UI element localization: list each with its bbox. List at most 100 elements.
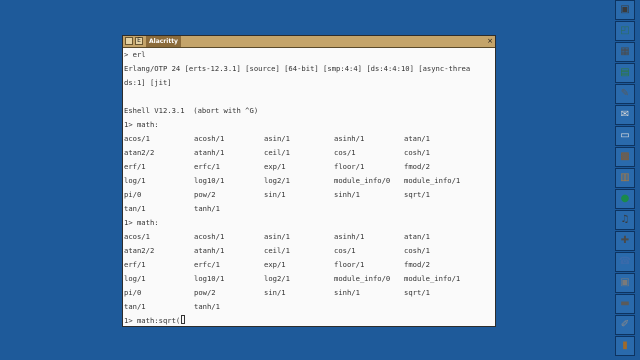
dock-item[interactable]: ♫ xyxy=(615,210,635,230)
dock-item[interactable]: ✎ xyxy=(615,84,635,104)
completion-item: floor/1 xyxy=(334,260,365,269)
completion-item: tan/1 xyxy=(124,204,146,213)
dock-item[interactable]: ▣ xyxy=(615,273,635,293)
dock-item[interactable]: ◰ xyxy=(615,21,635,41)
dock-item[interactable]: ▤ xyxy=(615,63,635,83)
window-menu-button[interactable] xyxy=(125,37,133,45)
text-cursor xyxy=(181,315,186,324)
completion-item: fmod/2 xyxy=(404,162,430,171)
completion-item: atan/1 xyxy=(404,232,430,241)
terminal-line: Erlang/OTP 24 [erts-12.3.1] [source] [64… xyxy=(124,64,471,73)
completion-item: atan2/2 xyxy=(124,246,155,255)
completion-list-2-row: erf/1 erfc/1 exp/1 floor/1 fmod/2 xyxy=(124,258,495,272)
completion-item xyxy=(334,300,404,314)
printer-icon: ▣ xyxy=(620,277,630,288)
paint-icon: ✎ xyxy=(620,88,630,99)
completion-item: ceil/1 xyxy=(264,246,290,255)
window-maker-icon: ◰ xyxy=(620,25,630,36)
completion-list-2-row: pi/0 pow/2 sin/1 sinh/1 sqrt/1 xyxy=(124,286,495,300)
terminal-line: ds:1] [jit] xyxy=(124,78,172,87)
completion-item: atan/1 xyxy=(404,134,430,143)
completion-item: log10/1 xyxy=(194,176,225,185)
completion-item: sqrt/1 xyxy=(404,190,430,199)
window-e-button[interactable]: E xyxy=(135,37,143,45)
dock-item[interactable]: ✉ xyxy=(615,105,635,125)
current-input-line[interactable]: 1> math:sqrt( xyxy=(124,314,495,326)
completion-list-1-row: log/1 log10/1 log2/1 module_info/0 module_in… xyxy=(124,174,495,188)
completion-list-1-row: atan2/2 atanh/1 ceil/1 cos/1 cosh/1 xyxy=(124,146,495,160)
completion-item: acos/1 xyxy=(124,134,150,143)
completion-list-2-row: log/1 log10/1 log2/1 module_info/0 module_in… xyxy=(124,272,495,286)
completion-item: erf/1 xyxy=(124,162,146,171)
completion-item: tanh/1 xyxy=(194,204,220,213)
completion-item: acosh/1 xyxy=(194,232,225,241)
notes-icon: ▭ xyxy=(620,130,630,141)
drive-icon: ▬ xyxy=(620,298,630,309)
completion-list-1-row: acos/1 acosh/1 asin/1 asinh/1 atan/1 xyxy=(124,132,495,146)
dock-item[interactable]: ▣ xyxy=(615,0,635,20)
trash-icon: ▮ xyxy=(622,340,628,351)
package-icon: ▩ xyxy=(620,151,630,162)
joystick-icon: ✚ xyxy=(620,235,630,246)
completion-item: sin/1 xyxy=(264,190,286,199)
terminal-output[interactable]: > erl Erlang/OTP 24 [erts-12.3.1] [source… xyxy=(123,48,495,326)
completion-list-2-row: atan2/2 atanh/1 ceil/1 cos/1 cosh/1 xyxy=(124,244,495,258)
prompt-line: 1> math: xyxy=(124,218,159,227)
completion-list-1-row: pi/0 pow/2 sin/1 sinh/1 sqrt/1 xyxy=(124,188,495,202)
terminal-line: > erl xyxy=(124,50,146,59)
completion-item: acos/1 xyxy=(124,232,150,241)
phone-icon: ☎ xyxy=(618,256,632,267)
completion-item: asinh/1 xyxy=(334,232,365,241)
completion-item: atan2/2 xyxy=(124,148,155,157)
completion-item: log/1 xyxy=(124,176,146,185)
completion-list-2-row: tan/1 tanh/1 xyxy=(124,300,495,314)
terminal-line: Eshell V12.3.1 (abort with ^G) xyxy=(124,106,259,115)
calculator-icon: ▦ xyxy=(620,46,630,57)
completion-item: module_info/0 xyxy=(334,176,391,185)
completion-item: acosh/1 xyxy=(194,134,225,143)
dock: ▣ ◰ ▦ ▤ ✎ ✉ ▭ ▩ ▥ ● ♫ ✚ ☎ ▣ ▬ ✐ ▮ xyxy=(614,0,636,360)
completion-item: cosh/1 xyxy=(404,246,430,255)
terminal-icon: ▣ xyxy=(620,4,630,15)
completion-item: erfc/1 xyxy=(194,162,220,171)
current-input-text[interactable]: 1> math:sqrt( xyxy=(124,316,180,325)
completion-list-1-row: tan/1 tanh/1 xyxy=(124,202,495,216)
globe-icon: ● xyxy=(620,193,630,204)
dock-item[interactable]: ● xyxy=(615,189,635,209)
completion-item: atanh/1 xyxy=(194,246,225,255)
dock-item[interactable]: ▦ xyxy=(615,42,635,62)
completion-item: module_info/1 xyxy=(404,176,461,185)
dock-item[interactable]: ▭ xyxy=(615,126,635,146)
dock-item[interactable]: ✐ xyxy=(615,315,635,335)
completion-item: floor/1 xyxy=(334,162,365,171)
completion-item: module_info/0 xyxy=(334,274,391,283)
completion-list-1-row: erf/1 erfc/1 exp/1 floor/1 fmod/2 xyxy=(124,160,495,174)
completion-item: cosh/1 xyxy=(404,148,430,157)
mail-icon: ✉ xyxy=(620,109,630,120)
completion-item xyxy=(264,202,334,216)
completion-item: log10/1 xyxy=(194,274,225,283)
close-icon[interactable]: × xyxy=(487,36,493,47)
completion-item: fmod/2 xyxy=(404,260,430,269)
completion-item xyxy=(264,300,334,314)
dock-item[interactable]: ▮ xyxy=(615,336,635,356)
dock-item[interactable]: ▩ xyxy=(615,147,635,167)
dock-item[interactable]: ▥ xyxy=(615,168,635,188)
completion-item: pi/0 xyxy=(124,288,142,297)
completion-item: asin/1 xyxy=(264,134,290,143)
dock-item[interactable]: ☎ xyxy=(615,252,635,272)
completion-item: sinh/1 xyxy=(334,288,360,297)
completion-item: sin/1 xyxy=(264,288,286,297)
completion-item: log2/1 xyxy=(264,176,290,185)
completion-item: log2/1 xyxy=(264,274,290,283)
completion-item: module_info/1 xyxy=(404,274,461,283)
dock-item[interactable]: ✚ xyxy=(615,231,635,251)
completion-item: pow/2 xyxy=(194,288,216,297)
window-titlebar[interactable]: E Alacritty × xyxy=(123,36,495,48)
dock-item[interactable]: ▬ xyxy=(615,294,635,314)
completion-item: pi/0 xyxy=(124,190,142,199)
terminal-window[interactable]: E Alacritty × > erl Erlang/OTP 24 [erts-1… xyxy=(122,35,496,327)
tool-icon: ✐ xyxy=(620,319,630,330)
completion-item: atanh/1 xyxy=(194,148,225,157)
